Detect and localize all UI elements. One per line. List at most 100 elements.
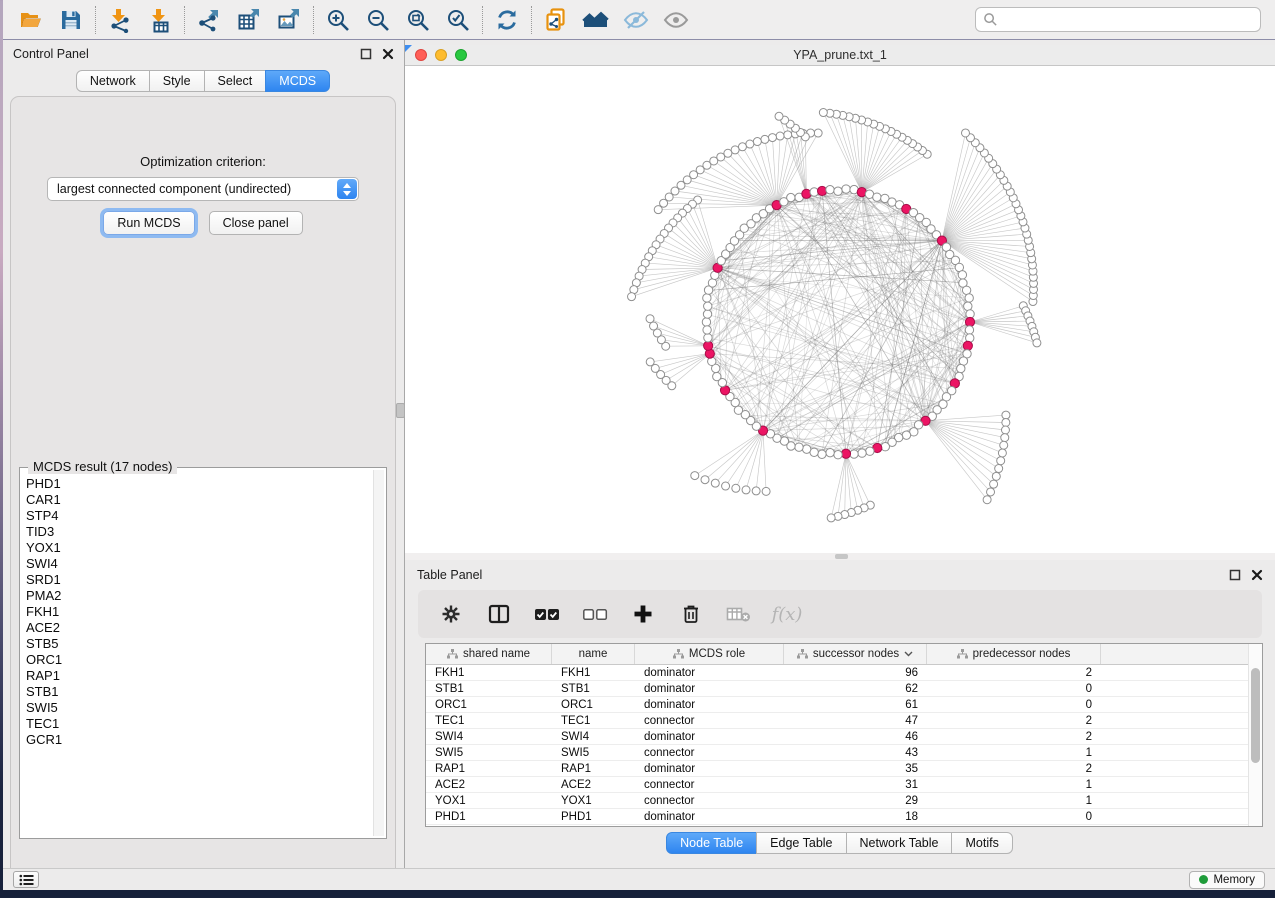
table-row[interactable]: YOX1YOX1connector291: [426, 793, 1262, 809]
table-cell: 0: [927, 681, 1101, 696]
search-box[interactable]: [975, 7, 1261, 32]
mcds-result-item[interactable]: TID3: [22, 524, 372, 540]
close-panel-button[interactable]: Close panel: [209, 211, 303, 235]
function-builder-button[interactable]: f(x): [772, 599, 802, 629]
table-scrollbar-thumb[interactable]: [1251, 668, 1260, 763]
table-row[interactable]: SWI5SWI5connector431: [426, 745, 1262, 761]
zoom-selected-button[interactable]: [438, 3, 478, 37]
deselect-all-button[interactable]: [580, 599, 610, 629]
column-label: shared name: [463, 648, 530, 660]
split-divider-handle[interactable]: [396, 403, 405, 418]
zoom-in-button[interactable]: [318, 3, 358, 37]
search-input[interactable]: [998, 13, 1253, 27]
split-divider-handle[interactable]: [835, 554, 848, 559]
export-table-button[interactable]: [229, 3, 269, 37]
memory-button[interactable]: Memory: [1189, 871, 1265, 889]
task-history-button[interactable]: [13, 871, 39, 888]
mcds-result-scrollbar[interactable]: [373, 470, 384, 836]
mcds-result-item[interactable]: STB5: [22, 636, 372, 652]
export-network-button[interactable]: [189, 3, 229, 37]
node-table[interactable]: shared name nameMCDS rolesuccessor nodesp…: [425, 643, 1263, 827]
refresh-button[interactable]: [487, 3, 527, 37]
tab-edge-table[interactable]: Edge Table: [756, 832, 846, 854]
column-header-name[interactable]: name: [552, 644, 635, 664]
table-toolbar: f(x): [418, 590, 1262, 638]
node-table-header: shared name nameMCDS rolesuccessor nodesp…: [426, 644, 1262, 665]
column-header-shared-name[interactable]: shared name: [426, 644, 552, 664]
mcds-result-item[interactable]: TEC1: [22, 716, 372, 732]
table-row[interactable]: STB1STB1dominator620: [426, 681, 1262, 697]
tab-mcds[interactable]: MCDS: [265, 70, 330, 92]
tab-node-table[interactable]: Node Table: [666, 832, 757, 854]
table-cell: dominator: [635, 697, 784, 712]
control-panel: Control Panel NetworkStyleSelectMCDS Opt…: [3, 40, 404, 868]
mcds-result-item[interactable]: SRD1: [22, 572, 372, 588]
mcds-result-item[interactable]: ACE2: [22, 620, 372, 636]
table-row[interactable]: PHD1PHD1dominator180: [426, 809, 1262, 825]
mcds-result-item[interactable]: ORC1: [22, 652, 372, 668]
float-panel-icon[interactable]: [360, 48, 372, 60]
export-image-button[interactable]: [269, 3, 309, 37]
criterion-dropdown[interactable]: largest connected component (undirected): [47, 177, 359, 201]
network-canvas[interactable]: [405, 66, 1275, 553]
table-row[interactable]: RAP1RAP1dominator352: [426, 761, 1262, 777]
column-header-predecessor-nodes[interactable]: predecessor nodes: [927, 644, 1101, 664]
open-file-button[interactable]: [11, 3, 51, 37]
show-columns-button[interactable]: [484, 599, 514, 629]
float-panel-icon[interactable]: [1229, 569, 1241, 581]
table-row[interactable]: SWI4SWI4dominator462: [426, 729, 1262, 745]
mcds-result-item[interactable]: CAR1: [22, 492, 372, 508]
table-settings-button[interactable]: [436, 599, 466, 629]
mcds-result-item[interactable]: STB1: [22, 684, 372, 700]
table-panel-title: Table Panel: [417, 568, 482, 582]
mcds-result-item[interactable]: YOX1: [22, 540, 372, 556]
add-column-button[interactable]: [628, 599, 658, 629]
table-panel: Table Panel: [405, 560, 1275, 868]
hide-selected-button[interactable]: [616, 3, 656, 37]
table-row[interactable]: TEC1TEC1connector472: [426, 713, 1262, 729]
import-table-button[interactable]: [140, 3, 180, 37]
close-panel-icon[interactable]: [382, 48, 394, 60]
table-panel-header: Table Panel: [405, 564, 1275, 586]
mcds-result-item[interactable]: STP4: [22, 508, 372, 524]
tab-network[interactable]: Network: [76, 70, 150, 92]
open-folder-icon: [18, 8, 44, 32]
split-divider-horizontal[interactable]: [405, 553, 1275, 560]
zoom-out-button[interactable]: [358, 3, 398, 37]
mcds-result-item[interactable]: GCR1: [22, 732, 372, 748]
network-window-titlebar[interactable]: YPA_prune.txt_1: [405, 45, 1275, 66]
toolbar-separator: [482, 6, 483, 34]
table-cell: 2: [927, 665, 1101, 680]
delete-column-button[interactable]: [676, 599, 706, 629]
delete-table-button[interactable]: [724, 599, 754, 629]
mcds-result-item[interactable]: PMA2: [22, 588, 372, 604]
select-all-button[interactable]: [532, 599, 562, 629]
table-row[interactable]: ACE2ACE2connector311: [426, 777, 1262, 793]
show-all-button[interactable]: [656, 3, 696, 37]
mcds-result-item[interactable]: PHD1: [22, 476, 372, 492]
zoom-fit-button[interactable]: [398, 3, 438, 37]
duplicate-network-button[interactable]: [536, 3, 576, 37]
column-header-successor-nodes[interactable]: successor nodes: [784, 644, 927, 664]
toolbar-separator: [95, 6, 96, 34]
import-table-icon: [147, 7, 173, 33]
mcds-result-item[interactable]: FKH1: [22, 604, 372, 620]
mcds-result-item[interactable]: RAP1: [22, 668, 372, 684]
mcds-result-item[interactable]: SWI4: [22, 556, 372, 572]
import-network-button[interactable]: [100, 3, 140, 37]
tab-motifs[interactable]: Motifs: [951, 832, 1012, 854]
table-cell: 29: [784, 793, 927, 808]
save-session-button[interactable]: [51, 3, 91, 37]
duplicate-network-icon: [543, 7, 569, 33]
close-panel-icon[interactable]: [1251, 569, 1263, 581]
tab-network-table[interactable]: Network Table: [846, 832, 953, 854]
table-row[interactable]: FKH1FKH1dominator962: [426, 665, 1262, 681]
table-row[interactable]: ORC1ORC1dominator610: [426, 697, 1262, 713]
tab-style[interactable]: Style: [149, 70, 205, 92]
mcds-result-item[interactable]: SWI5: [22, 700, 372, 716]
table-scrollbar[interactable]: [1248, 644, 1262, 826]
column-header-mcds-role[interactable]: MCDS role: [635, 644, 784, 664]
first-neighbors-button[interactable]: [576, 3, 616, 37]
tab-select[interactable]: Select: [204, 70, 267, 92]
run-mcds-button[interactable]: Run MCDS: [103, 211, 194, 235]
